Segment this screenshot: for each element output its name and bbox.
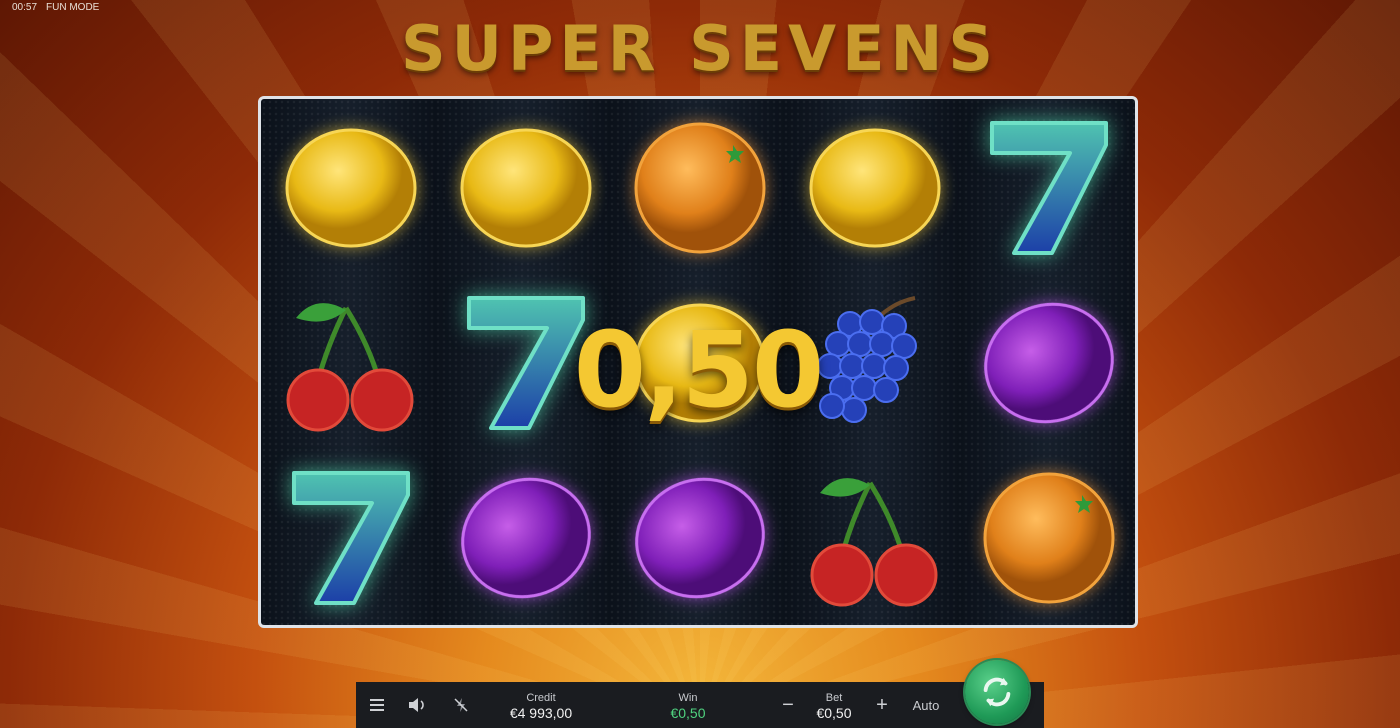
credit-label: Credit [526,692,556,704]
reel-cell [438,450,614,626]
win-label: Win [678,692,698,704]
auto-button[interactable]: Auto [906,682,946,728]
lemon-icon [809,128,940,248]
reel-cell [263,100,439,276]
speaker-icon [409,698,424,712]
turbo-off-icon [454,698,468,712]
orange-icon [634,122,766,254]
seven-icon [990,121,1108,255]
reel-cell [612,100,788,276]
reel-cell [787,450,963,626]
control-bar: Credit €4 993,00 Win €0,50 − Bet €0,50 +… [356,682,1044,728]
game-title: SUPER SEVENS [400,12,999,85]
reel-cell [787,100,963,276]
plum-icon [460,477,591,599]
bet-increase-button[interactable]: + [870,682,894,728]
win-value: €0,50 [670,705,706,721]
lemon-icon [460,128,591,248]
cherry-icon [810,478,937,607]
spin-button[interactable] [965,660,1029,724]
turbo-button[interactable] [448,682,474,728]
lemon-icon [285,128,417,248]
sound-button[interactable] [404,682,430,728]
seven-icon [292,471,410,605]
menu-button[interactable] [364,682,390,728]
reel-cell [961,100,1137,276]
reel-area[interactable]: 0,50 [258,96,1138,628]
menu-icon [370,699,384,711]
plum-icon [635,477,765,599]
reel-cell [263,450,439,626]
reel-cell [438,100,614,276]
refresh-icon [983,677,1011,707]
win-amount-overlay: 0,50 [573,309,825,431]
credit-value: €4 993,00 [509,705,573,721]
reel-cell [961,450,1137,626]
orange-icon [983,472,1115,604]
reel-cell [612,450,788,626]
